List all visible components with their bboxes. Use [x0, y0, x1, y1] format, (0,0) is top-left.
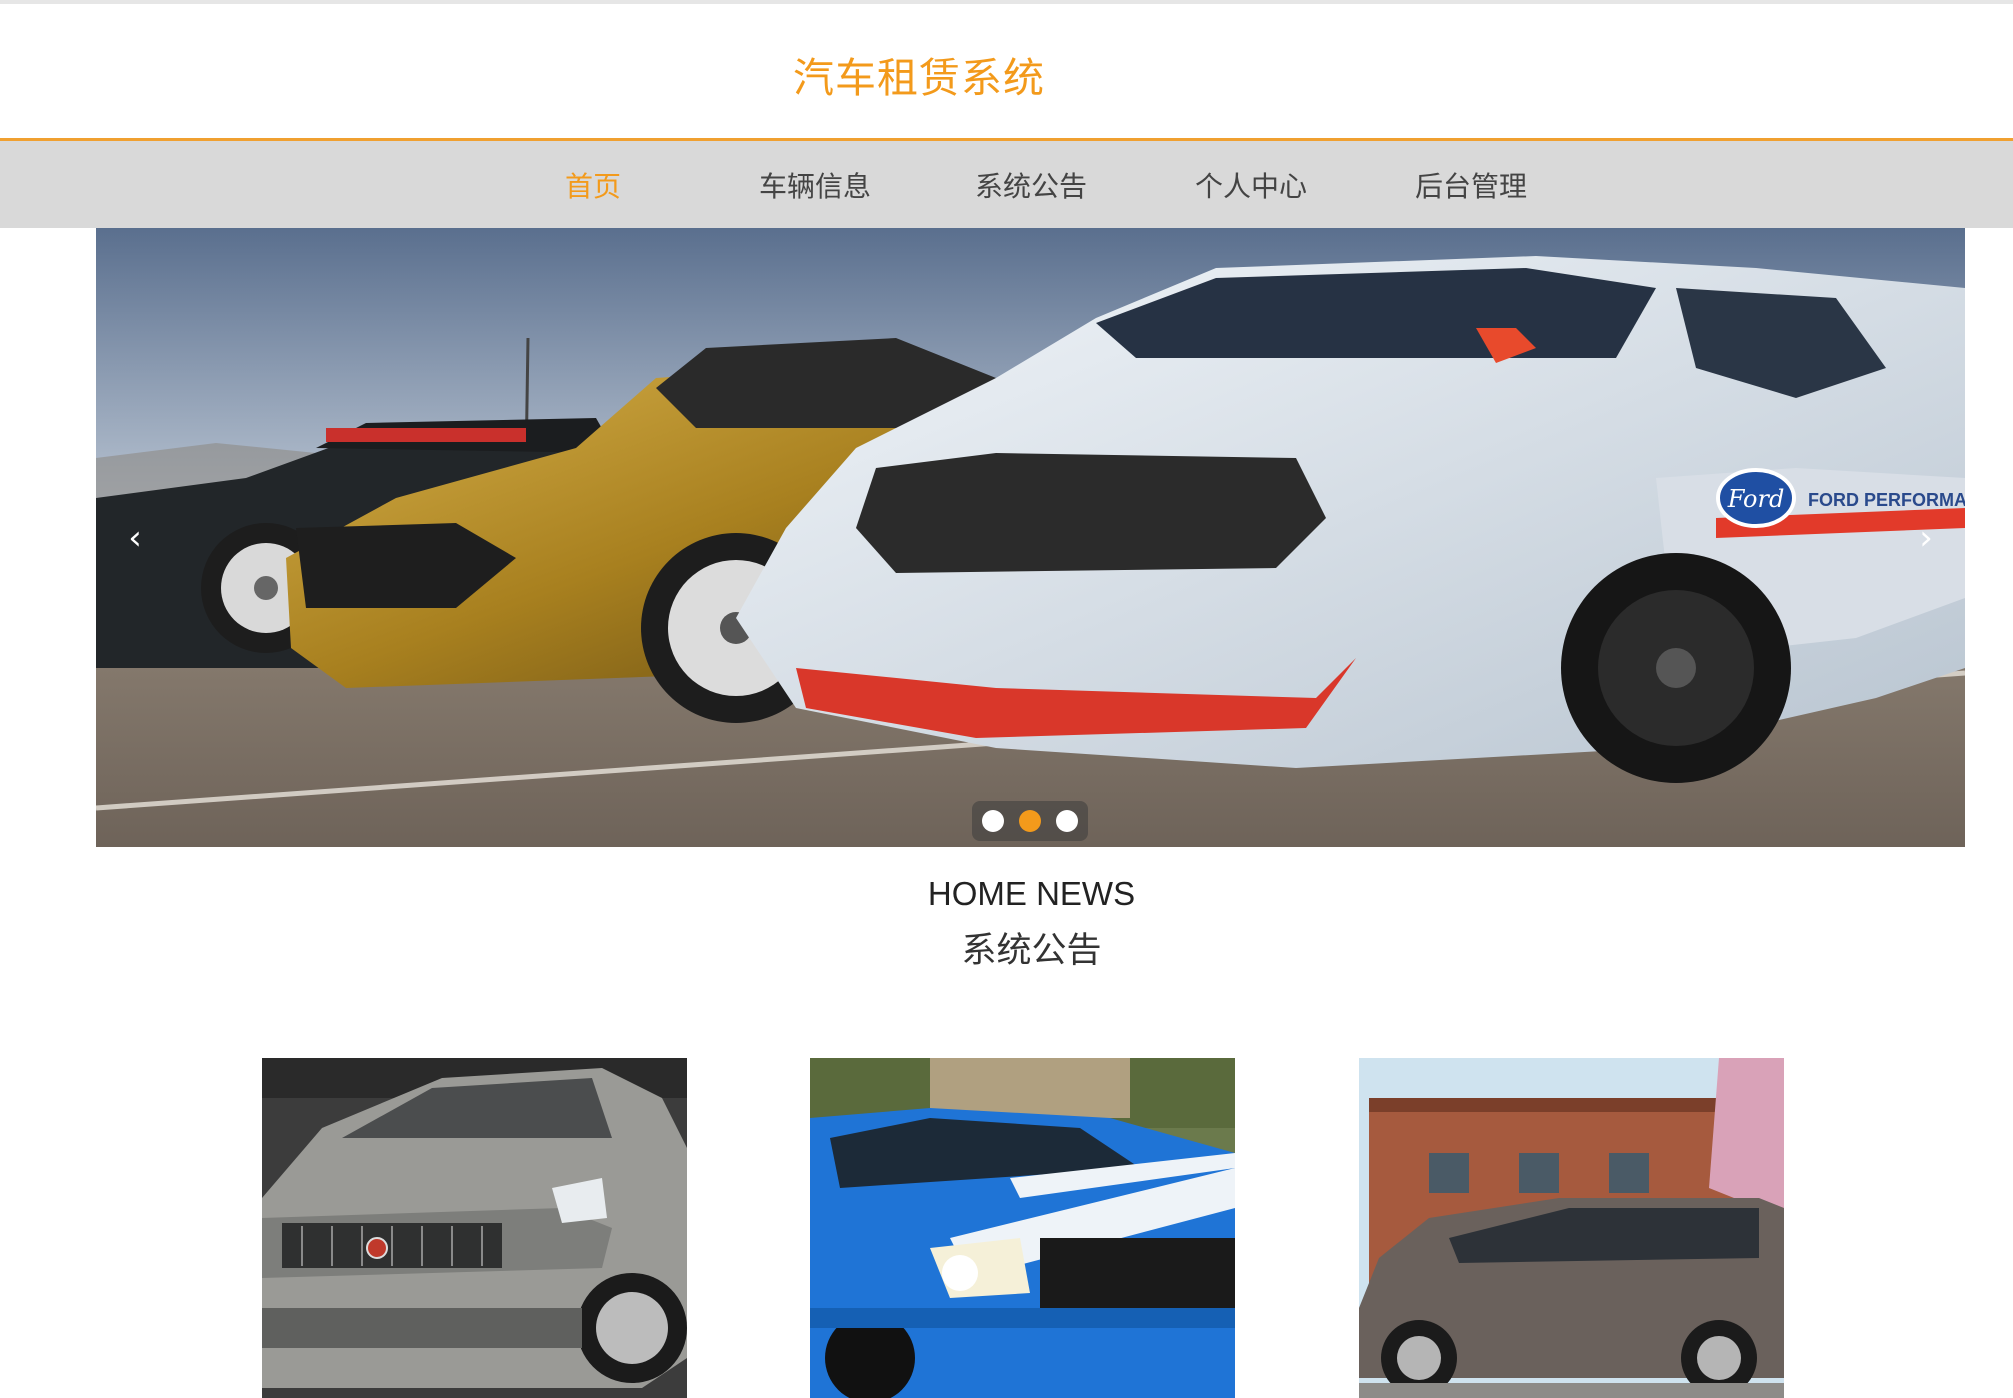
image-carousel[interactable]: Ford FORD PERFORMANCE ‹ ›	[96, 228, 1965, 847]
top-border	[0, 0, 2013, 4]
main-nav: 首页 车辆信息 系统公告 个人中心 后台管理	[0, 141, 2013, 228]
grey-minivan-image	[1359, 1058, 1784, 1398]
nav-item-admin[interactable]: 后台管理	[1415, 165, 1527, 205]
carousel-dot-1[interactable]	[982, 810, 1004, 832]
site-title: 汽车租赁系统	[793, 54, 1045, 102]
nav-item-vehicles[interactable]: 车辆信息	[759, 165, 871, 205]
news-card-2[interactable]	[810, 1058, 1235, 1398]
nav-item-announcements[interactable]: 系统公告	[975, 165, 1087, 205]
news-section-title-cn: 系统公告	[961, 931, 1102, 971]
blue-muscle-car-image	[810, 1058, 1235, 1398]
carousel-prev-icon[interactable]: ‹	[110, 508, 160, 568]
carousel-indicators	[972, 801, 1088, 841]
ford-performance-text: FORD PERFORMANCE	[1808, 490, 1965, 510]
nav-item-home[interactable]: 首页	[565, 165, 621, 205]
carousel-dot-3[interactable]	[1056, 810, 1078, 832]
silver-sedan-image	[262, 1058, 687, 1398]
news-section-title-en: HOME NEWS	[927, 875, 1136, 912]
carousel-next-icon[interactable]: ›	[1901, 508, 1951, 568]
carousel-slide-image: Ford FORD PERFORMANCE	[96, 228, 1965, 847]
news-card-1[interactable]	[262, 1058, 687, 1398]
news-card-3[interactable]	[1359, 1058, 1784, 1398]
ford-logo-text: Ford	[1727, 485, 1785, 513]
nav-item-profile[interactable]: 个人中心	[1195, 165, 1307, 205]
carousel-dot-2[interactable]	[1019, 810, 1041, 832]
